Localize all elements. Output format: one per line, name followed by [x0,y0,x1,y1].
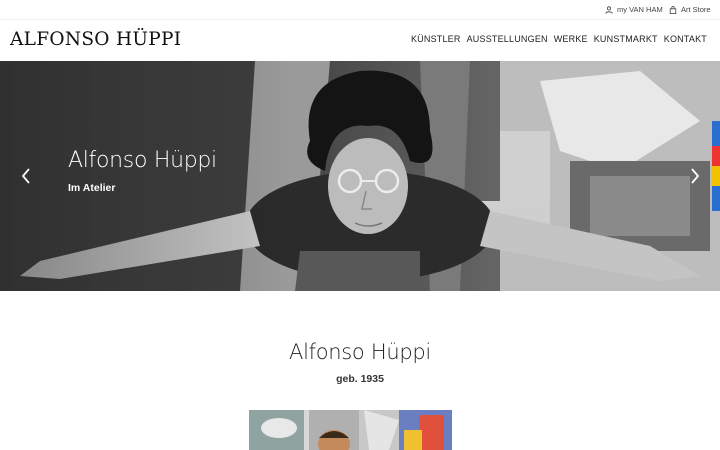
utility-bar: my VAN HAM Art Store [0,0,720,20]
nav-item-kuenstler[interactable]: KÜNSTLER [411,34,461,44]
hero-slider: Alfonso Hüppi Im Atelier [0,61,720,291]
hero-subtitle: Im Atelier [68,182,116,194]
site-logo[interactable]: ALFONSO HÜPPI [10,29,181,50]
hero-title: Alfonso Hüppi [68,148,217,173]
my-van-ham-link[interactable]: my VAN HAM [605,5,663,14]
nav-item-kunstmarkt[interactable]: KUNSTMARKT [594,34,658,44]
nav-item-werke[interactable]: WERKE [554,34,588,44]
user-icon [605,5,613,14]
slider-next-button[interactable] [687,166,703,186]
hero-caption: Alfonso Hüppi Im Atelier [68,148,217,195]
art-store-link[interactable]: Art Store [669,5,711,14]
shopping-bag-icon [669,5,677,14]
artist-name: Alfonso Hüppi [289,340,431,364]
nav-item-kontakt[interactable]: KONTAKT [664,34,707,44]
site-header: ALFONSO HÜPPI KÜNSTLER AUSSTELLUNGEN WER… [0,20,720,61]
artist-birth-year: geb. 1935 [336,373,384,385]
nav-item-ausstellungen[interactable]: AUSSTELLUNGEN [467,34,548,44]
artist-portrait-image [249,410,452,450]
my-van-ham-label: my VAN HAM [617,5,663,14]
chevron-left-icon [21,168,30,184]
art-store-label: Art Store [681,5,711,14]
slider-prev-button[interactable] [18,166,34,186]
chevron-right-icon [691,168,700,184]
portrait-photo [249,410,452,450]
main-nav: KÜNSTLER AUSSTELLUNGEN WERKE KUNSTMARKT … [411,34,707,44]
